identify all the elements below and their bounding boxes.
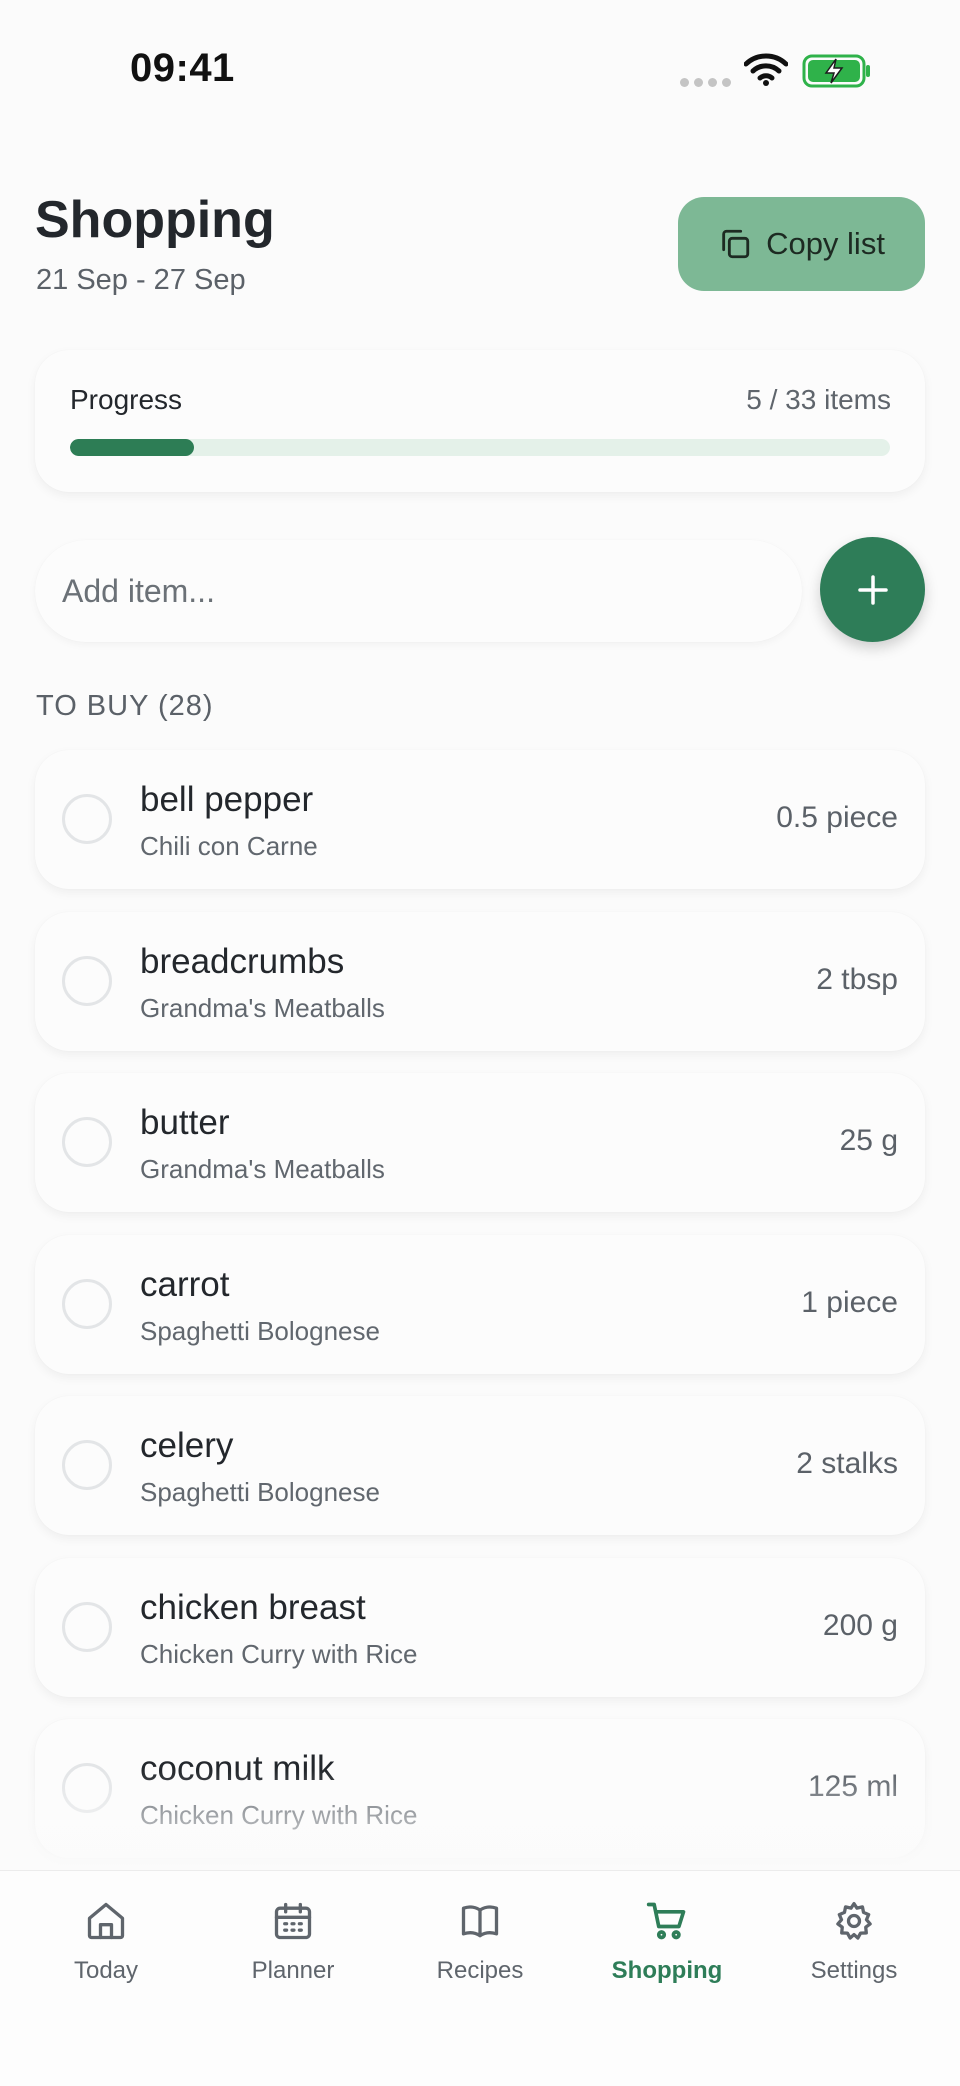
to-buy-section-header: TO BUY (28) (36, 690, 214, 722)
item-quantity: 200 g (822, 1608, 898, 1642)
item-name: coconut milk (140, 1749, 335, 1788)
item-recipe: Chili con Carne (140, 831, 318, 861)
item-recipe: Grandma's Meatballs (140, 992, 385, 1023)
list-item[interactable]: breadcrumbs Grandma's Meatballs 2 tbsp (35, 911, 925, 1051)
item-recipe: Spaghetti Bolognese (140, 1315, 380, 1346)
tab-recipes[interactable]: Recipes (405, 1899, 555, 1985)
item-name: breadcrumbs (140, 941, 345, 981)
gear-icon (836, 1901, 872, 1940)
add-item-field[interactable] (35, 540, 802, 642)
copy-icon (722, 229, 750, 259)
tab-label: Recipes (436, 1957, 524, 1984)
list-item[interactable]: butter Grandma's Meatballs 25 g (35, 1073, 925, 1212)
item-checkbox[interactable] (62, 955, 112, 1006)
item-checkbox[interactable] (62, 1117, 112, 1167)
progress-label: Progress (70, 384, 183, 415)
item-quantity: 125 ml (807, 1770, 898, 1803)
item-name: celery (140, 1426, 234, 1465)
item-quantity: 2 tbsp (816, 962, 898, 996)
cellular-signal-icon (680, 78, 731, 87)
home-icon (87, 1902, 125, 1940)
progress-bar-fill (70, 439, 195, 456)
copy-list-button[interactable]: Copy list (678, 197, 925, 291)
book-icon (461, 1905, 499, 1938)
item-name: carrot (140, 1264, 230, 1304)
item-quantity: 25 g (839, 1124, 898, 1157)
add-item-input[interactable] (35, 540, 802, 642)
list-item[interactable]: bell pepper Chili con Carne 0.5 piece (35, 750, 925, 889)
item-name: bell pepper (140, 780, 314, 819)
item-recipe: Spaghetti Bolognese (140, 1477, 380, 1507)
tab-shopping[interactable]: Shopping (592, 1899, 742, 1985)
item-checkbox[interactable] (62, 1763, 112, 1813)
item-quantity: 1 piece (801, 1285, 898, 1319)
progress-count: 5 / 33 items (746, 384, 891, 415)
copy-list-label: Copy list (766, 226, 885, 261)
tab-bar: Today Planner Recipes Shopping Settings (0, 1870, 960, 2086)
list-item[interactable]: celery Spaghetti Bolognese 2 stalks (35, 1396, 925, 1535)
tab-label: Today (73, 1957, 139, 1984)
item-recipe: Chicken Curry with Rice (140, 1800, 418, 1830)
status-bar: 09:41 (0, 0, 960, 120)
wifi-icon (744, 53, 788, 86)
tab-settings[interactable]: Settings (779, 1899, 929, 1985)
date-range: 21 Sep - 27 Sep (36, 264, 246, 296)
item-quantity: 2 stalks (796, 1447, 898, 1480)
tab-today[interactable]: Today (31, 1899, 181, 1985)
list-item[interactable]: coconut milk Chicken Curry with Rice 125… (35, 1719, 925, 1858)
progress-card: Progress 5 / 33 items (35, 350, 925, 492)
item-checkbox[interactable] (62, 1278, 112, 1329)
item-recipe: Grandma's Meatballs (140, 1154, 385, 1184)
item-name: butter (140, 1103, 230, 1142)
item-checkbox[interactable] (62, 1601, 112, 1652)
tab-label: Shopping (611, 1957, 723, 1984)
to-buy-list: bell pepper Chili con Carne 0.5 piece br… (35, 750, 925, 1881)
battery-charging-icon (802, 54, 870, 88)
item-quantity: 0.5 piece (776, 801, 898, 834)
status-time: 09:41 (130, 46, 235, 90)
tab-label: Settings (810, 1957, 898, 1984)
page-title: Shopping (35, 191, 275, 249)
item-name: chicken breast (140, 1587, 366, 1627)
list-item[interactable]: chicken breast Chicken Curry with Rice 2… (35, 1557, 925, 1697)
progress-bar (70, 439, 890, 456)
calendar-icon (274, 1902, 312, 1940)
cart-icon (646, 1902, 686, 1940)
list-item[interactable]: carrot Spaghetti Bolognese 1 piece (35, 1234, 925, 1374)
plus-icon (857, 574, 888, 605)
item-checkbox[interactable] (62, 1440, 112, 1490)
tab-label: Planner (251, 1957, 335, 1984)
item-recipe: Chicken Curry with Rice (140, 1638, 418, 1669)
tab-planner[interactable]: Planner (218, 1899, 368, 1985)
add-item-button[interactable] (820, 537, 925, 642)
item-checkbox[interactable] (62, 794, 112, 844)
